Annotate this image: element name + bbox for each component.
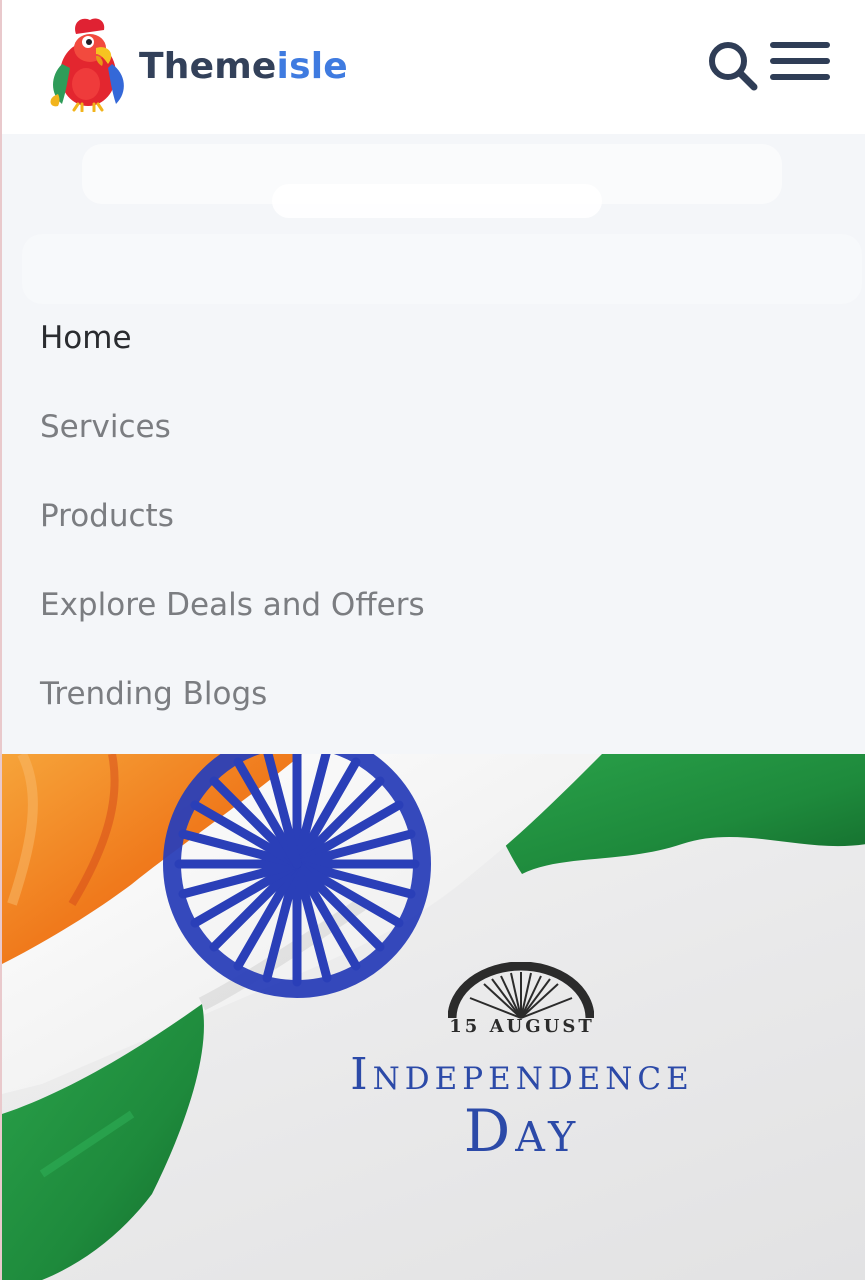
search-icon[interactable] bbox=[707, 40, 759, 92]
nav-menu-panel: Home Services Products Explore Deals and… bbox=[2, 134, 865, 754]
ashoka-chakra-half-icon bbox=[448, 962, 594, 1020]
site-header: Themeisle bbox=[2, 0, 865, 134]
page: Themeisle Home Services Products Explore… bbox=[0, 0, 865, 1280]
brand-name[interactable]: Themeisle bbox=[139, 44, 348, 90]
hero-title-line1: Independence bbox=[350, 1049, 694, 1100]
nav-item-trending-blogs[interactable]: Trending Blogs bbox=[40, 668, 425, 757]
brand-name-part2: isle bbox=[276, 46, 348, 87]
nav-item-deals-offers[interactable]: Explore Deals and Offers bbox=[40, 579, 425, 668]
nav-item-products[interactable]: Products bbox=[40, 490, 425, 579]
brand-name-part1: Theme bbox=[139, 46, 277, 87]
blurred-background bbox=[22, 234, 862, 304]
nav-item-home[interactable]: Home bbox=[40, 312, 425, 401]
hamburger-menu-icon[interactable] bbox=[768, 40, 832, 84]
parrot-logo-icon[interactable] bbox=[46, 14, 130, 113]
hero-title-line2: Day bbox=[463, 1097, 581, 1165]
blurred-background bbox=[272, 184, 602, 218]
hero-date: 15 AUGUST bbox=[449, 1016, 595, 1037]
nav-item-services[interactable]: Services bbox=[40, 401, 425, 490]
nav-list: Home Services Products Explore Deals and… bbox=[40, 312, 425, 757]
hero-banner: 15 AUGUST Independence Day bbox=[2, 754, 865, 1280]
